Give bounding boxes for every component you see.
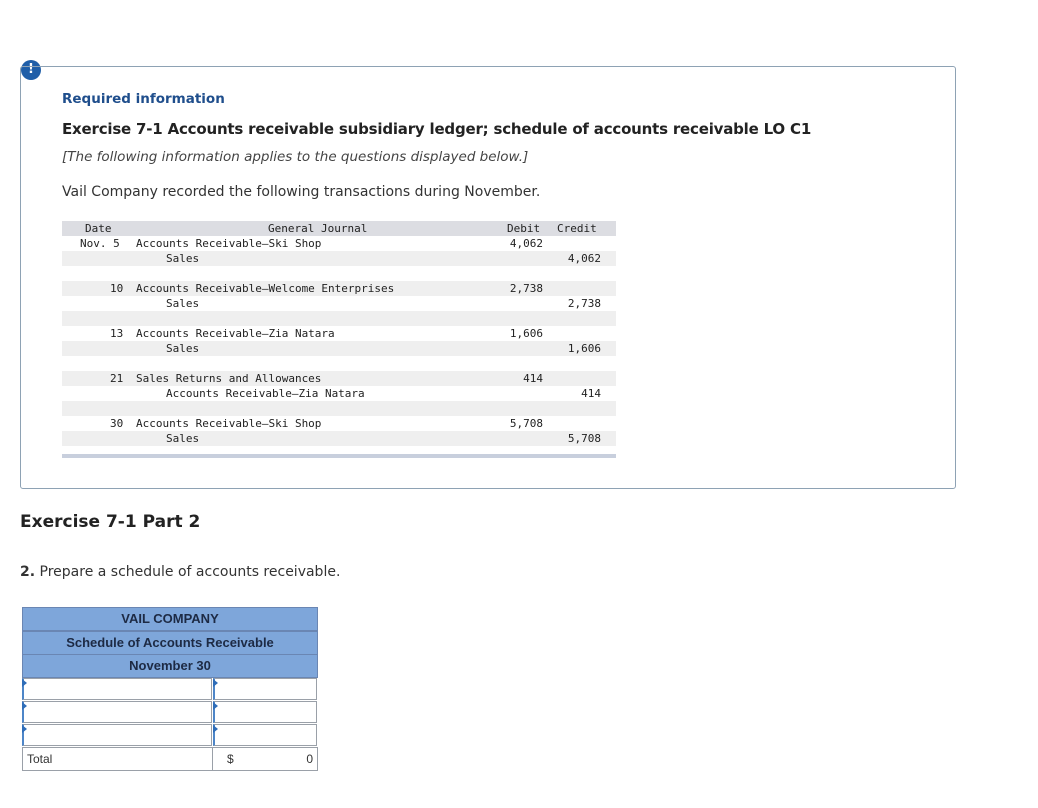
journal-row: Sales 5,708 (62, 431, 616, 446)
journal-debit: 4,062 (509, 237, 543, 250)
schedule-title: Schedule of Accounts Receivable (22, 631, 318, 655)
journal-account: Accounts Receivable—Ski Shop (136, 417, 322, 430)
journal-date: 21 (110, 372, 124, 385)
journal-account: Sales Returns and Allowances (136, 372, 322, 385)
journal-account: Accounts Receivable—Welcome Enterprises (136, 282, 395, 295)
schedule-input-row (22, 678, 318, 702)
journal-row: Sales 1,606 (62, 341, 616, 356)
journal-credit: 4,062 (567, 252, 601, 265)
journal-account: Sales (166, 342, 200, 355)
total-amount-cell: $ 0 (212, 747, 318, 771)
journal-debit: 5,708 (509, 417, 543, 430)
input-flag-icon (22, 679, 27, 687)
journal-spacer (62, 401, 616, 416)
journal-spacer (62, 311, 616, 326)
journal-date: 10 (110, 282, 124, 295)
journal-account: Accounts Receivable—Ski Shop (136, 237, 322, 250)
customer-amount-input[interactable] (213, 724, 317, 746)
journal-row: Accounts Receivable—Zia Natara 414 (62, 386, 616, 401)
input-flag-icon (22, 702, 27, 710)
part-title: Exercise 7-1 Part 2 (20, 512, 201, 532)
journal-credit: 2,738 (567, 297, 601, 310)
journal-row: Sales 2,738 (62, 296, 616, 311)
journal-account: Sales (166, 297, 200, 310)
journal-spacer (62, 266, 616, 281)
journal-row: Sales 4,062 (62, 251, 616, 266)
journal-row: 10 Accounts Receivable—Welcome Enterpris… (62, 281, 616, 296)
schedule-total-row: Total $ 0 (22, 747, 318, 771)
journal-account: Sales (166, 432, 200, 445)
journal-account: Accounts Receivable—Zia Natara (166, 387, 365, 400)
customer-name-input[interactable] (22, 678, 212, 700)
customer-amount-input[interactable] (213, 701, 317, 723)
journal-title-header: General Journal (268, 222, 368, 235)
total-label: Total (22, 747, 213, 771)
journal-debit: 2,738 (509, 282, 543, 295)
journal-credit: 414 (581, 387, 601, 400)
journal-credit-header: Credit (557, 222, 597, 235)
intro-text: Vail Company recorded the following tran… (62, 184, 541, 200)
customer-name-input[interactable] (22, 701, 212, 723)
journal-header-row: Date General Journal Debit Credit (62, 221, 616, 236)
input-flag-icon (213, 725, 218, 733)
currency-symbol: $ (227, 752, 234, 766)
journal-date-header: Date (85, 222, 112, 235)
customer-amount-input[interactable] (213, 678, 317, 700)
journal-row: 13 Accounts Receivable—Zia Natara 1,606 (62, 326, 616, 341)
journal-date: 30 (110, 417, 124, 430)
journal-credit: 1,606 (567, 342, 601, 355)
total-value: 0 (306, 752, 313, 766)
journal-date: Nov. 5 (80, 237, 120, 250)
journal-row: 21 Sales Returns and Allowances 414 (62, 371, 616, 386)
journal-row: 30 Accounts Receivable—Ski Shop 5,708 (62, 416, 616, 431)
exercise-title: Exercise 7-1 Accounts receivable subsidi… (62, 120, 812, 138)
instruction-note: [The following information applies to th… (62, 149, 529, 165)
question-text: Prepare a schedule of accounts receivabl… (39, 564, 341, 580)
customer-name-input[interactable] (22, 724, 212, 746)
input-flag-icon (213, 702, 218, 710)
journal-debit: 1,606 (509, 327, 543, 340)
journal-account: Sales (166, 252, 200, 265)
schedule-input-row (22, 724, 318, 748)
journal-date: 13 (110, 327, 124, 340)
journal-account: Accounts Receivable—Zia Natara (136, 327, 335, 340)
journal-debit: 414 (523, 372, 543, 385)
input-flag-icon (213, 679, 218, 687)
journal-spacer (62, 356, 616, 371)
journal-credit: 5,708 (567, 432, 601, 445)
journal-row: Nov. 5 Accounts Receivable—Ski Shop 4,06… (62, 236, 616, 251)
input-flag-icon (22, 725, 27, 733)
schedule-date: November 30 (22, 654, 318, 678)
schedule-input-row (22, 701, 318, 725)
question-number: 2. (20, 564, 36, 580)
journal-bottom-rule (62, 454, 616, 458)
schedule-company-name: VAIL COMPANY (22, 607, 318, 631)
journal-debit-header: Debit (507, 222, 541, 235)
required-info-heading: Required information (62, 91, 225, 107)
question-prompt: 2. Prepare a schedule of accounts receiv… (20, 564, 340, 580)
